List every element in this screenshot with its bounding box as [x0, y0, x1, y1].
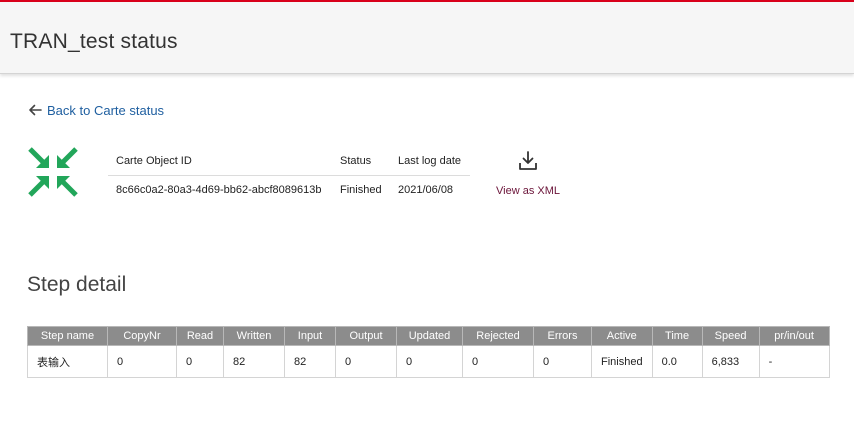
download-icon	[519, 151, 537, 170]
last-log-date-value: 2021/06/08	[398, 184, 454, 197]
time-cell: 0.0	[651, 345, 703, 378]
step-header-row: Step name CopyNr Read Written Input Outp…	[27, 326, 830, 346]
column-header-input: Input	[284, 326, 336, 346]
back-link-label: Back to Carte status	[47, 102, 165, 118]
view-as-xml-link[interactable]: View as XML	[492, 150, 564, 197]
back-to-carte-status-link[interactable]: Back to Carte status	[27, 102, 164, 118]
status-value: Finished	[340, 184, 382, 197]
carte-info-header-row: Carte Object ID Status Last log date	[108, 148, 470, 176]
input-cell: 82	[284, 345, 336, 378]
arrow-left-icon	[29, 104, 42, 116]
output-cell: 0	[335, 345, 397, 378]
table-row: 表输入 0 0 82 82 0 0 0 0 Finished 0.0 6,833…	[27, 345, 830, 378]
written-cell: 82	[223, 345, 285, 378]
step-detail-table: Step name CopyNr Read Written Input Outp…	[27, 326, 830, 378]
column-header-step-name: Step name	[27, 326, 108, 346]
carte-info-row: 8c66c0a2-80a3-4d69-bb62-abcf8089613b Fin…	[108, 175, 470, 205]
page-header: TRAN_test status	[0, 2, 854, 74]
column-header-rejected: Rejected	[462, 326, 534, 346]
view-as-xml-label: View as XML	[496, 185, 560, 197]
read-cell: 0	[176, 345, 224, 378]
active-cell: Finished	[591, 345, 653, 378]
speed-cell: 6,833	[701, 345, 760, 378]
column-header-copynr: CopyNr	[107, 326, 177, 346]
pr-in-out-cell: -	[758, 345, 830, 378]
errors-cell: 0	[533, 345, 592, 378]
rejected-cell: 0	[462, 345, 534, 378]
updated-cell: 0	[396, 345, 463, 378]
column-header-status: Status	[332, 148, 390, 176]
column-header-speed: Speed	[701, 326, 760, 346]
column-header-errors: Errors	[533, 326, 592, 346]
compress-arrows-icon	[28, 147, 78, 197]
column-header-read: Read	[176, 326, 224, 346]
column-header-object-id: Carte Object ID	[108, 148, 332, 176]
step-detail-title: Step detail	[27, 273, 127, 296]
column-header-output: Output	[335, 326, 397, 346]
step-name-cell: 表输入	[27, 345, 108, 378]
object-id-value: 8c66c0a2-80a3-4d69-bb62-abcf8089613b	[116, 184, 322, 197]
carte-info-table: Carte Object ID Status Last log date 8c6…	[108, 148, 470, 205]
column-header-updated: Updated	[396, 326, 463, 346]
column-header-pr-in-out: pr/in/out	[758, 326, 830, 346]
column-header-written: Written	[223, 326, 285, 346]
copynr-cell: 0	[107, 345, 177, 378]
page-title: TRAN_test status	[10, 30, 178, 53]
column-header-last-log-date: Last log date	[390, 148, 470, 176]
column-header-time: Time	[651, 326, 703, 346]
column-header-active: Active	[591, 326, 653, 346]
